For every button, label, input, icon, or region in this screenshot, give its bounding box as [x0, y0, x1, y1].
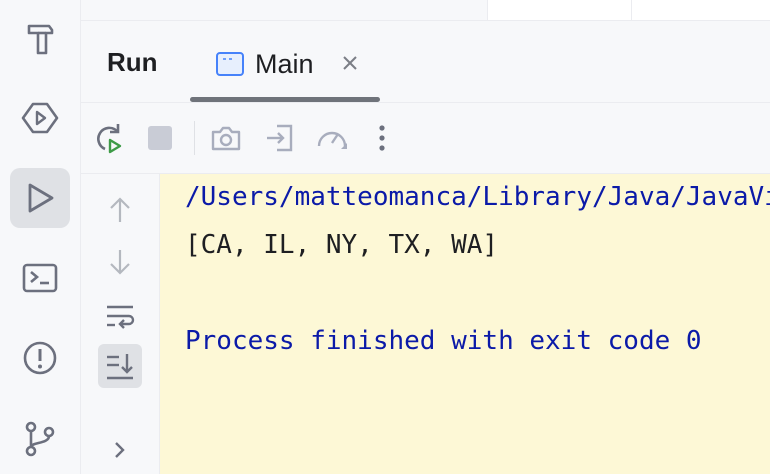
attach-debugger-icon [267, 124, 293, 152]
problems-icon [23, 341, 57, 375]
run-panel-header: Run Main [81, 21, 770, 103]
hammer-icon [27, 24, 54, 55]
editor-tab[interactable] [631, 0, 770, 20]
run-icon [28, 183, 54, 213]
left-tool-window-bar [0, 0, 81, 474]
problems-button[interactable] [10, 328, 70, 388]
toolbar-separator [194, 121, 195, 155]
editor-tab[interactable] [487, 0, 631, 20]
scroll-to-end-icon [107, 354, 133, 380]
services-icon [21, 102, 59, 134]
console-window-icon [216, 52, 244, 76]
scroll-down-button[interactable] [98, 240, 142, 284]
scroll-down-icon [110, 250, 130, 275]
scroll-up-button[interactable] [98, 188, 142, 232]
git-button[interactable] [10, 408, 70, 468]
rerun-button[interactable] [88, 118, 128, 158]
editor-tab-strip [81, 0, 770, 21]
stop-button[interactable] [140, 118, 180, 158]
screenshot-button[interactable] [206, 118, 246, 158]
scroll-up-icon [110, 197, 130, 222]
terminal-button[interactable] [10, 248, 70, 308]
console-line: /Users/matteomanca/Library/Java/JavaVirt… [185, 182, 770, 212]
more-options-button[interactable] [362, 118, 402, 158]
attach-debugger-button[interactable] [260, 118, 300, 158]
tab-label: Main [255, 48, 314, 79]
console-side-toolbar [81, 174, 160, 474]
console-output[interactable]: /Users/matteomanca/Library/Java/JavaVirt… [160, 174, 770, 474]
tab-main[interactable]: Main [215, 45, 314, 83]
services-button[interactable] [10, 88, 70, 148]
close-icon[interactable] [340, 53, 360, 73]
soft-wrap-button[interactable] [98, 294, 142, 338]
more-options-icon [379, 125, 385, 151]
panel-title: Run [107, 47, 158, 77]
run-tool-window-button[interactable] [10, 168, 70, 228]
soft-wrap-icon [107, 305, 135, 329]
expand-icon [115, 442, 125, 458]
git-branch-icon [25, 421, 55, 457]
screenshot-icon [211, 126, 241, 151]
terminal-icon [22, 263, 58, 293]
console-line: [CA, IL, NY, TX, WA] [185, 230, 499, 260]
rerun-icon [97, 124, 122, 154]
scroll-to-end-button[interactable] [98, 344, 142, 388]
stop-icon [148, 126, 172, 150]
active-tab-indicator [190, 97, 380, 102]
profiler-button[interactable] [312, 118, 352, 158]
expand-button[interactable] [98, 428, 142, 472]
build-button[interactable] [10, 8, 70, 68]
run-toolbar [81, 103, 770, 174]
profiler-icon [317, 131, 347, 149]
console-line: Process finished with exit code 0 [185, 326, 702, 356]
